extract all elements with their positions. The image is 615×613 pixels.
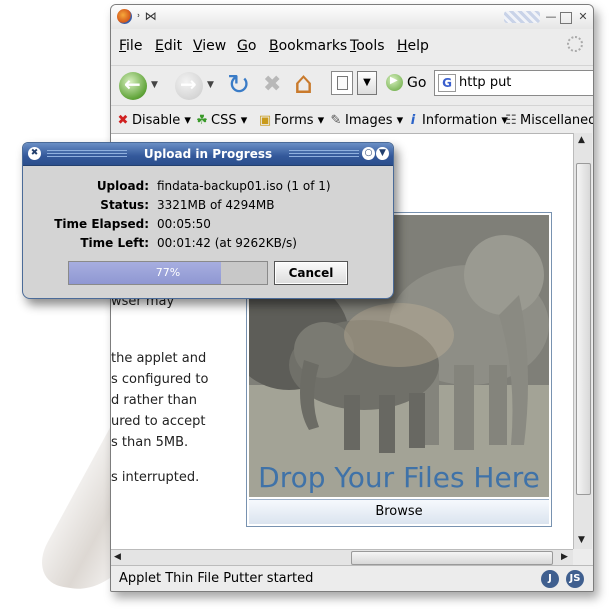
css-icon: ☘ (196, 113, 208, 128)
dev-images-menu[interactable]: ✎ Images ▾ (329, 113, 404, 128)
body-text-line: s configured to (111, 372, 209, 387)
titlebar-grip (289, 150, 359, 158)
vertical-scroll-thumb[interactable] (576, 163, 591, 495)
cancel-button[interactable]: Cancel (274, 261, 348, 285)
time-left-label: Time Left: (80, 236, 149, 250)
menu-go[interactable]: Go (237, 38, 256, 54)
status-label: Status: (100, 198, 149, 212)
scroll-left-icon[interactable]: ◀ (114, 552, 121, 562)
page-icon[interactable] (331, 71, 353, 95)
close-icon[interactable]: ✕ (576, 10, 590, 24)
web-developer-toolbar: ✖ Disable ▾ ☘ CSS ▾ ▣ Forms ▾ ✎ Images ▾ i In… (111, 105, 593, 134)
elapsed-row: Time Elapsed: 00:05:50 (23, 217, 393, 235)
search-input-value: http put (459, 75, 512, 90)
images-icon: ✎ (330, 113, 342, 128)
drop-files-label: Drop Your Files Here (258, 461, 540, 494)
javascript-status-icon[interactable]: JS (566, 570, 584, 588)
status-row: Status: 3321MB of 4294MB (23, 198, 393, 216)
dialog-menu-icon[interactable]: ▼ (376, 147, 389, 160)
minimize-icon[interactable]: — (544, 10, 558, 24)
body-text-line: s than 5MB. (111, 435, 189, 450)
url-dropdown-icon[interactable]: ▼ (357, 71, 377, 95)
upload-row: Upload: findata-backup01.iso (1 of 1) (23, 179, 393, 197)
menu-edit[interactable]: Edit (155, 38, 182, 54)
forms-lock-icon: ▣ (258, 113, 272, 128)
menu-bookmarks[interactable]: Bookmarks (269, 38, 347, 54)
dev-disable-menu[interactable]: ✖ Disable ▾ (116, 113, 191, 128)
go-button-label[interactable]: Go (407, 75, 426, 91)
time-left-row: Time Left: 00:01:42 (at 9262KB/s) (23, 236, 393, 254)
titlebar-decoration (504, 11, 540, 23)
time-elapsed-value: 00:05:50 (157, 217, 211, 231)
body-text-line: the applet and (111, 351, 207, 366)
upload-value: findata-backup01.iso (1 of 1) (157, 179, 331, 193)
reload-icon[interactable] (225, 68, 253, 101)
body-text-line: ured to accept (111, 414, 206, 429)
forward-history-dropdown-icon[interactable]: ▼ (207, 80, 214, 90)
body-text-line: d rather than (111, 393, 198, 408)
status-value: 3321MB of 4294MB (157, 198, 275, 212)
progress-percent: 77% (155, 266, 181, 279)
dev-information-menu[interactable]: i Information ▾ (406, 113, 508, 128)
horizontal-scroll-thumb[interactable] (351, 551, 553, 565)
time-elapsed-label: Time Elapsed: (54, 217, 149, 231)
search-input[interactable]: G http put (434, 70, 593, 96)
scroll-up-icon[interactable]: ▲ (578, 135, 585, 145)
horizontal-scrollbar[interactable]: ◀ ▶ (111, 549, 573, 566)
vertical-scrollbar[interactable]: ▲ ▼ (573, 133, 592, 549)
menu-bar: File Edit View Go Bookmarks Tools Help (111, 35, 593, 57)
scroll-down-icon[interactable]: ▼ (578, 535, 585, 545)
menu-view[interactable]: View (193, 38, 226, 54)
back-arrow-icon[interactable] (119, 72, 147, 100)
search-engine-icon[interactable]: G (438, 74, 456, 92)
dialog-title-bar: ✖ Upload in Progress ○ ▼ (23, 143, 393, 166)
menu-help[interactable]: Help (397, 38, 429, 54)
upload-progress-bar: 77% (68, 261, 268, 285)
home-icon[interactable] (293, 66, 321, 101)
miscellaneous-icon: ☷ (505, 113, 517, 128)
firefox-logo-icon (117, 9, 132, 24)
body-text-line: s interrupted. (111, 470, 200, 485)
dialog-circle-icon[interactable]: ○ (362, 147, 375, 160)
go-icon[interactable] (386, 74, 403, 91)
time-left-value: 00:01:42 (at 9262KB/s) (157, 236, 297, 250)
disable-icon: ✖ (117, 113, 129, 128)
menu-tools[interactable]: Tools (350, 38, 385, 54)
back-history-dropdown-icon[interactable]: ▼ (151, 80, 158, 90)
upload-label: Upload: (96, 179, 149, 193)
java-status-icon[interactable]: J (541, 570, 559, 588)
stop-icon[interactable] (259, 72, 287, 100)
status-bar: Applet Thin File Putter started J JS (111, 565, 593, 591)
forward-arrow-icon[interactable] (175, 72, 203, 100)
upload-progress-dialog: ✖ Upload in Progress ○ ▼ Upload: findata… (22, 142, 394, 299)
scroll-right-icon[interactable]: ▶ (561, 552, 568, 562)
pin-icon[interactable]: ˒ ⋈ (137, 9, 157, 23)
dev-miscellaneous-menu[interactable]: ☷ Miscellaneo (504, 113, 593, 128)
dev-css-menu[interactable]: ☘ CSS ▾ (195, 113, 247, 128)
information-icon: i (410, 113, 416, 128)
browse-button[interactable]: Browse (249, 499, 549, 524)
status-text: Applet Thin File Putter started (119, 571, 314, 586)
title-bar: ˒ ⋈ — ✕ (111, 5, 593, 29)
menu-file[interactable]: File (119, 38, 142, 54)
maximize-icon[interactable] (560, 12, 572, 24)
dev-forms-menu[interactable]: ▣ Forms ▾ (258, 113, 324, 128)
activity-throbber-icon (567, 36, 583, 52)
